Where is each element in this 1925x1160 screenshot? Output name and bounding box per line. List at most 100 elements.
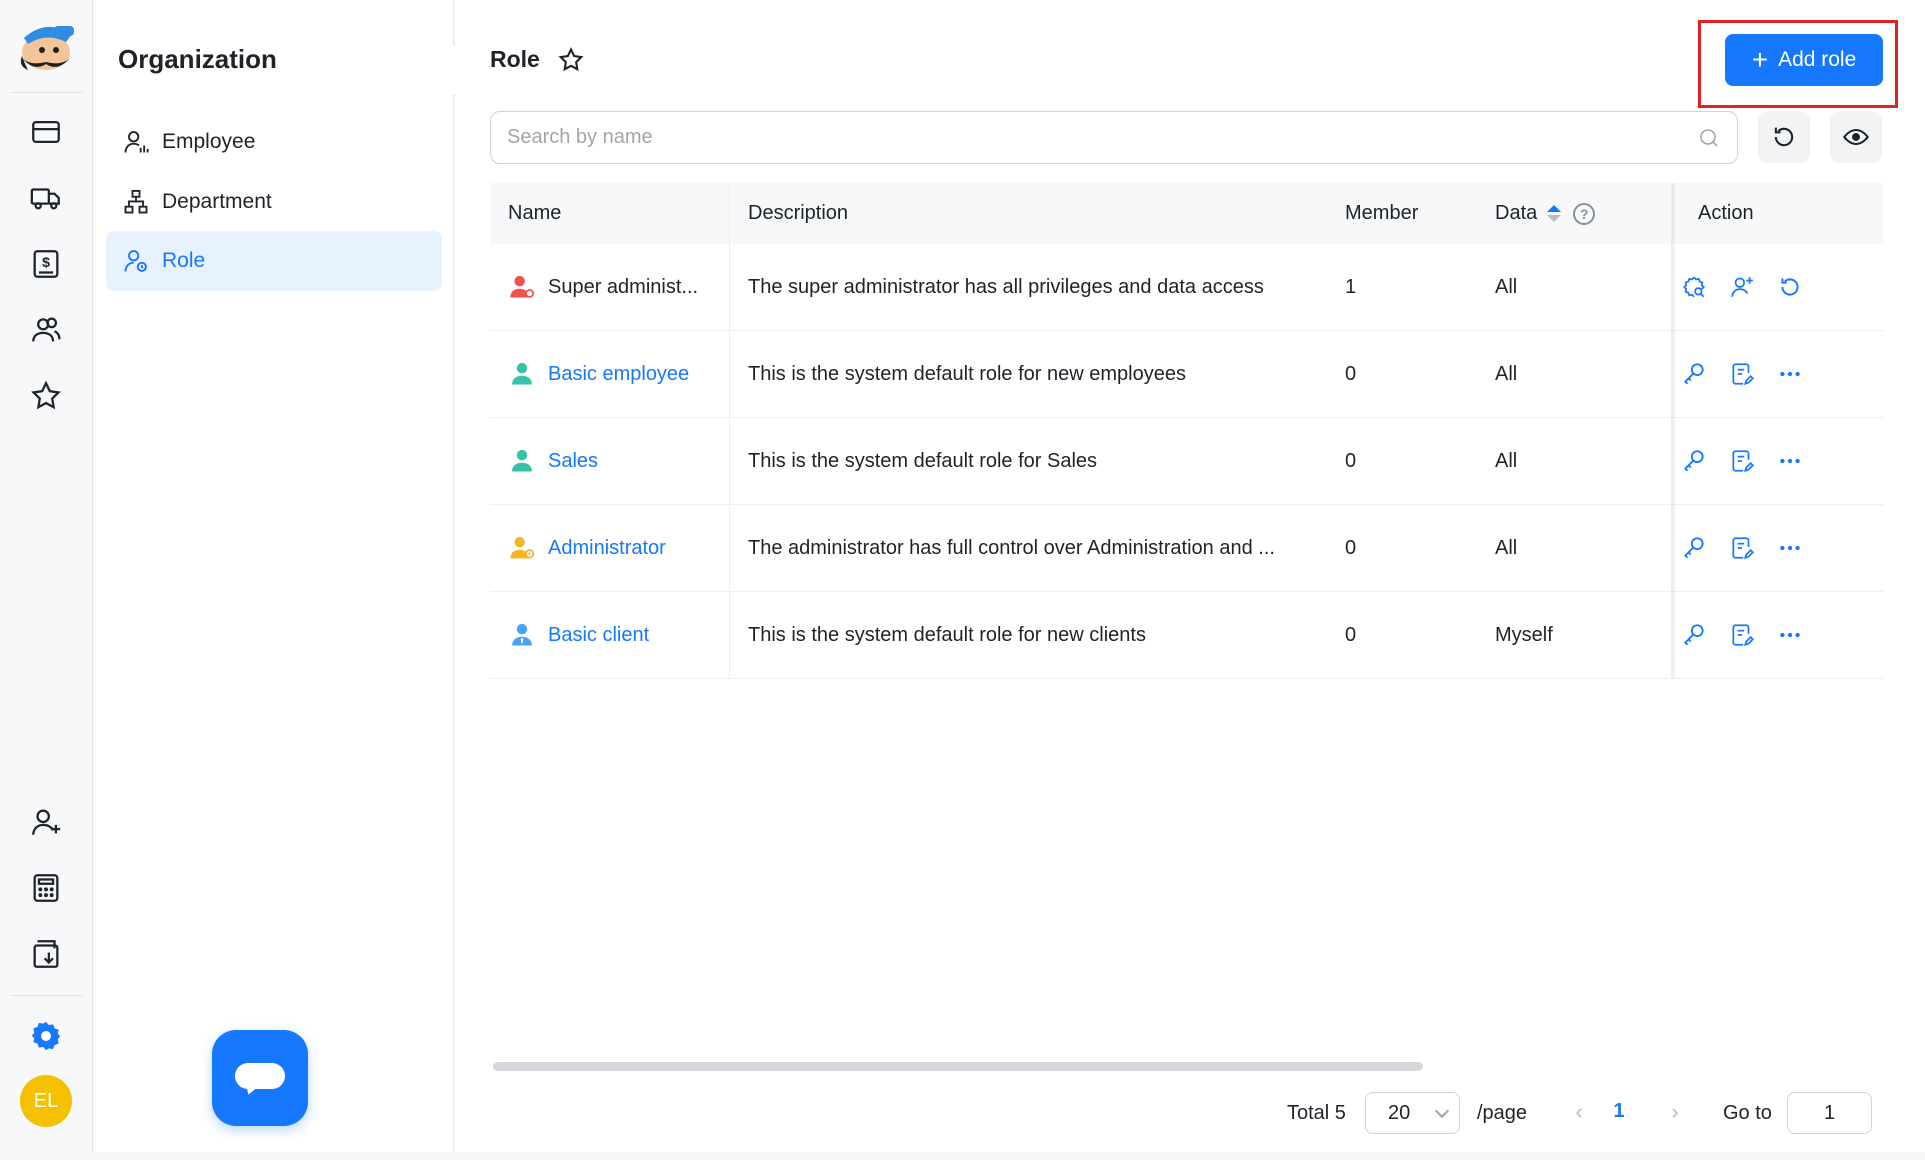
- role-description: This is the system default role for new …: [748, 362, 1186, 385]
- row-actions: [1680, 534, 1804, 562]
- chat-bubble-icon: [235, 1063, 285, 1089]
- admin-user-icon: [510, 536, 535, 559]
- more-options-icon[interactable]: [1776, 621, 1804, 649]
- row-actions: [1680, 447, 1804, 475]
- sidebar-item-label: Department: [162, 190, 272, 213]
- eye-icon: [1843, 128, 1869, 146]
- more-options-icon[interactable]: [1776, 447, 1804, 475]
- page-size-select[interactable]: 20: [1365, 1092, 1460, 1134]
- rail-divider: [10, 92, 84, 93]
- role-name-link[interactable]: Administrator: [548, 537, 666, 560]
- per-page-label: /page: [1477, 1102, 1528, 1124]
- role-data-scope: All: [1495, 449, 1518, 472]
- sidebar-item-employee[interactable]: Employee: [106, 112, 442, 172]
- import-document-icon[interactable]: [26, 934, 66, 974]
- add-role-label: Add role: [1778, 48, 1857, 71]
- sidebar-item-label: Employee: [162, 130, 256, 153]
- page-size-value: 20: [1388, 1101, 1411, 1124]
- plus-icon: +: [1751, 44, 1769, 75]
- column-description: Description: [748, 202, 849, 224]
- role-description: The super administrator has all privileg…: [748, 275, 1264, 298]
- role-name-link[interactable]: Basic client: [548, 624, 649, 647]
- main-content: Role + Add role Name Description Member …: [455, 0, 1925, 1152]
- key-permission-icon[interactable]: [1680, 360, 1708, 388]
- role-name-cell: Administrator: [508, 534, 666, 562]
- column-name: Name: [508, 202, 562, 224]
- view-columns-button[interactable]: [1830, 111, 1882, 163]
- sort-icon[interactable]: [1547, 205, 1562, 222]
- column-data: Data ?: [1495, 202, 1596, 225]
- app-rail: $ EL: [0, 0, 93, 1152]
- contacts-icon[interactable]: [26, 310, 66, 350]
- role-description: The administrator has full control over …: [748, 536, 1275, 559]
- key-permission-icon[interactable]: [1680, 534, 1708, 562]
- current-page[interactable]: 1: [1607, 1100, 1631, 1123]
- chat-support-button[interactable]: [212, 1030, 308, 1126]
- rail-divider: [10, 995, 84, 996]
- next-page-button[interactable]: ›: [1663, 1099, 1687, 1124]
- refresh-button[interactable]: [1758, 111, 1810, 163]
- favorite-star-icon[interactable]: [557, 46, 585, 74]
- more-options-icon[interactable]: [1776, 534, 1804, 562]
- role-description: This is the system default role for Sale…: [748, 449, 1098, 472]
- edit-document-icon[interactable]: [1728, 534, 1756, 562]
- super-admin-user-icon: [510, 275, 534, 298]
- invoice-dollar-icon[interactable]: $: [26, 244, 66, 284]
- search-input[interactable]: [507, 126, 1697, 149]
- horizontal-scrollbar[interactable]: [493, 1062, 1423, 1071]
- goto-page-input[interactable]: [1787, 1092, 1872, 1134]
- client-user-icon: [512, 623, 532, 646]
- truck-icon[interactable]: [26, 178, 66, 218]
- reset-icon[interactable]: [1776, 273, 1804, 301]
- edit-document-icon[interactable]: [1728, 621, 1756, 649]
- add-role-button[interactable]: + Add role: [1725, 34, 1883, 86]
- calculator-icon[interactable]: [26, 868, 66, 908]
- employee-icon: [124, 131, 149, 153]
- role-data-scope: Myself: [1495, 623, 1553, 646]
- help-icon[interactable]: ?: [1573, 202, 1596, 225]
- svg-text:$: $: [42, 255, 50, 271]
- star-icon[interactable]: [26, 376, 66, 416]
- total-count: Total 5: [1287, 1102, 1346, 1124]
- sidebar-item-department[interactable]: Department: [106, 172, 442, 232]
- fixed-column-shadow: [1672, 183, 1676, 678]
- prev-page-button[interactable]: ‹: [1567, 1099, 1591, 1124]
- role-name-link[interactable]: Sales: [548, 450, 598, 473]
- edit-document-icon[interactable]: [1728, 360, 1756, 388]
- sidebar-title: Organization: [118, 44, 277, 74]
- chevron-down-icon: [1434, 1103, 1450, 1119]
- user-avatar[interactable]: EL: [20, 1075, 72, 1127]
- key-permission-icon[interactable]: [1680, 447, 1708, 475]
- sidebar-item-role[interactable]: Role: [106, 231, 442, 291]
- column-divider: [729, 183, 730, 678]
- key-permission-icon[interactable]: [1680, 621, 1708, 649]
- card-icon[interactable]: [26, 112, 66, 152]
- role-member-count: 0: [1345, 536, 1357, 559]
- pagination: Total 5 20 /page ‹ 1 › Go to: [455, 1092, 1925, 1134]
- add-user-icon[interactable]: [26, 802, 66, 842]
- role-name: Super administ...: [548, 275, 699, 298]
- permission-settings-icon[interactable]: [1680, 273, 1708, 301]
- role-description: This is the system default role for new …: [748, 623, 1146, 646]
- role-name-link[interactable]: Basic employee: [548, 363, 689, 386]
- search-box: [490, 111, 1738, 164]
- avatar-initials: EL: [33, 1089, 59, 1112]
- column-member: Member: [1345, 202, 1419, 224]
- role-data-scope: All: [1495, 275, 1518, 298]
- user-icon: [512, 449, 532, 472]
- edit-document-icon[interactable]: [1728, 447, 1756, 475]
- role-data-scope: All: [1495, 362, 1518, 385]
- row-actions: [1680, 621, 1804, 649]
- search-icon[interactable]: [1697, 126, 1721, 150]
- app-logo[interactable]: [14, 18, 78, 74]
- role-name-cell: Basic client: [508, 621, 649, 649]
- role-member-count: 0: [1345, 362, 1357, 385]
- add-member-icon[interactable]: [1728, 273, 1756, 301]
- goto-label: Go to: [1723, 1102, 1772, 1124]
- role-member-count: 0: [1345, 449, 1357, 472]
- role-icon: [124, 250, 147, 272]
- row-actions: [1680, 360, 1804, 388]
- more-options-icon[interactable]: [1776, 360, 1804, 388]
- role-member-count: 1: [1345, 275, 1357, 298]
- settings-gear-icon[interactable]: [26, 1016, 66, 1056]
